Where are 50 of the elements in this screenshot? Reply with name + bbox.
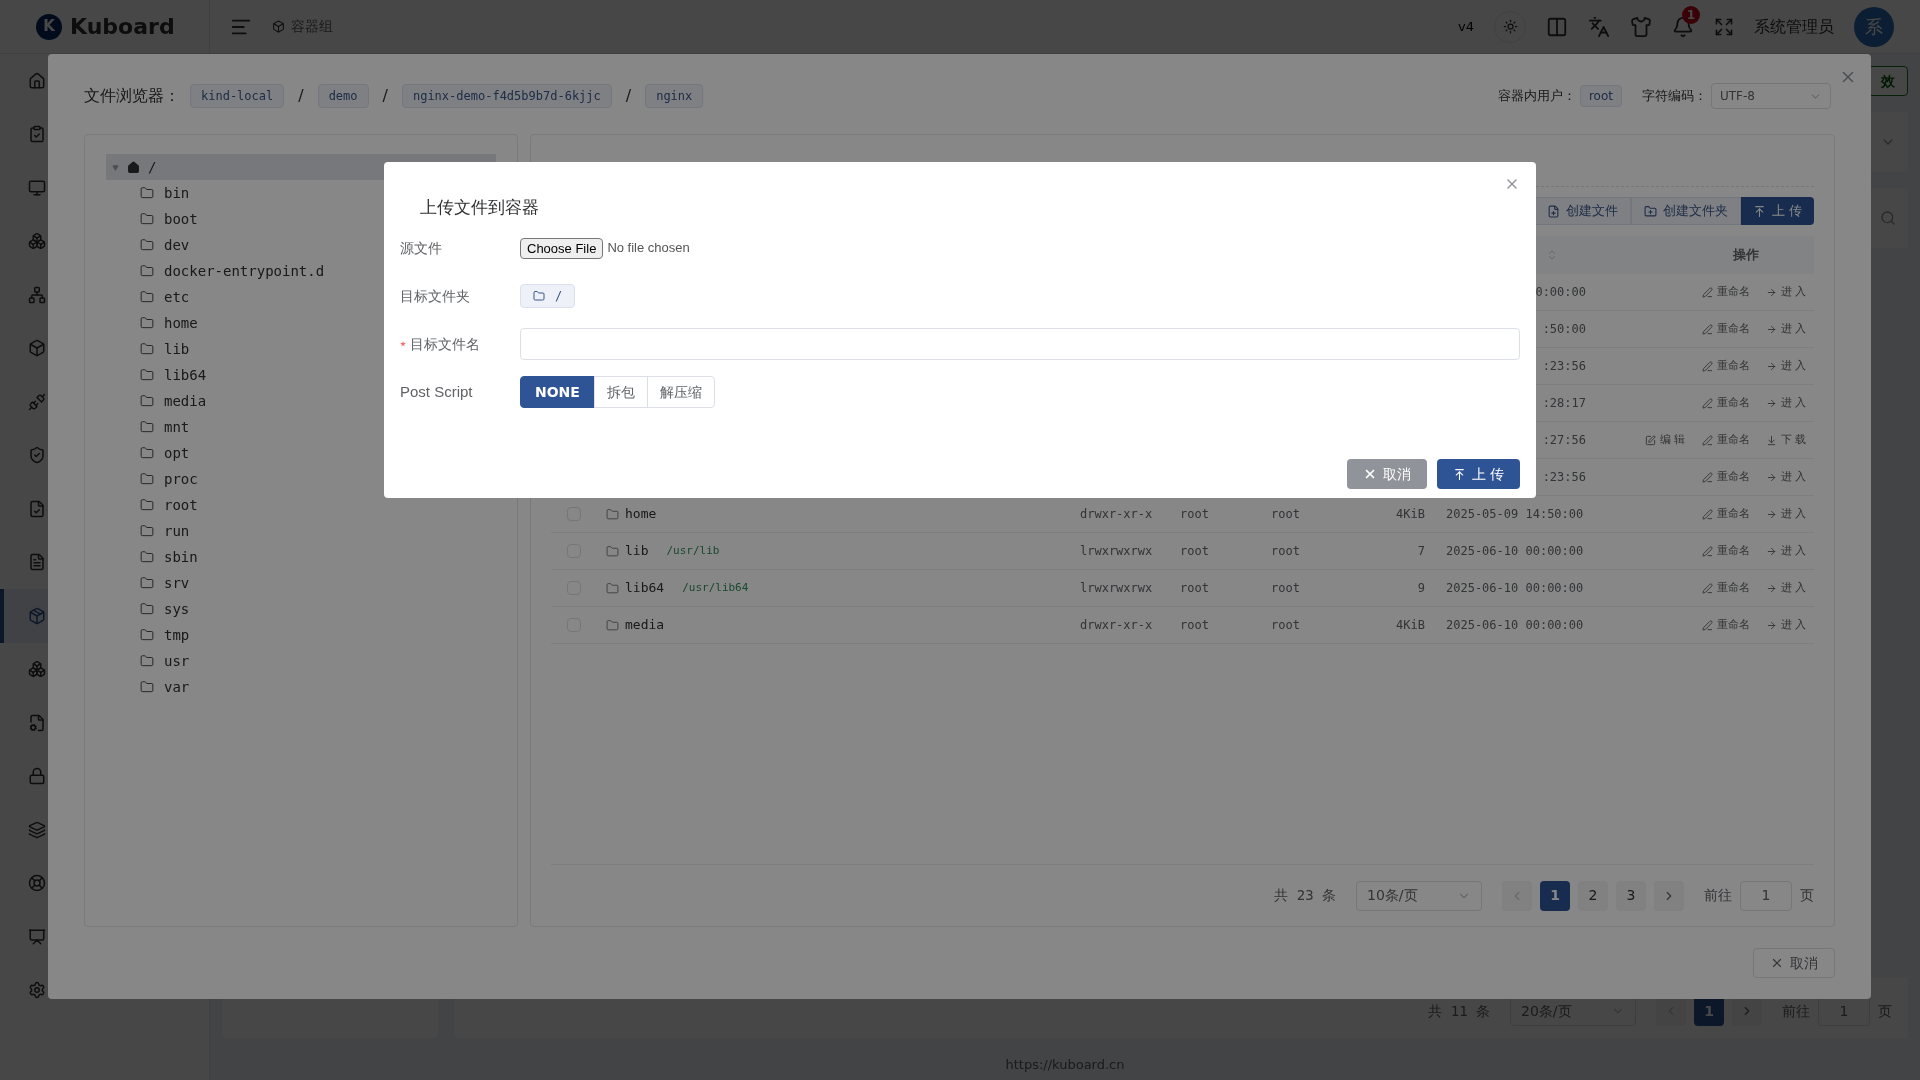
table-cell: 2025-05-09 14:50:00	[1446, 507, 1584, 521]
brand-name: Kuboard	[70, 13, 175, 41]
notification-badge: 1	[1682, 5, 1700, 24]
table-cell: :27:56	[1542, 433, 1586, 447]
folder-tag: /	[520, 284, 576, 308]
file-status: No file chosen	[607, 239, 690, 258]
table-cell: 0:00:00	[1535, 285, 1586, 299]
table-cell: 4KiB	[1396, 507, 1425, 521]
path-separator: /	[382, 85, 388, 107]
total-count: 共 23 条	[1274, 886, 1336, 905]
column-header: 操作	[1733, 246, 1759, 265]
table-cell: :50:00	[1542, 322, 1586, 336]
table-cell: lrwxrwxrwx	[1080, 581, 1153, 595]
table-cell: 4KiB	[1396, 618, 1425, 632]
table-cell: root	[1180, 581, 1209, 595]
table-cell: 9	[1417, 581, 1425, 595]
goto-label: 前往	[1704, 886, 1732, 905]
path-separator: /	[298, 85, 304, 107]
table-cell: root	[1180, 507, 1209, 521]
link-target: /usr/lib	[666, 542, 720, 559]
user-tag: root	[1579, 85, 1622, 107]
page-suffix: 页	[1800, 886, 1814, 905]
table-cell: root	[1180, 618, 1209, 632]
version-label: v4	[1458, 17, 1474, 36]
table-cell: root	[1271, 507, 1300, 521]
table-cell: drwxr-xr-x	[1080, 507, 1153, 521]
table-cell: 7	[1417, 544, 1425, 558]
table-cell: root	[1271, 581, 1300, 595]
table-cell: :23:56	[1542, 470, 1586, 484]
field-label: 源文件	[400, 238, 443, 258]
table-cell: 2025-06-10 00:00:00	[1446, 544, 1584, 558]
link-target: /usr/lib64	[682, 579, 749, 596]
logo: K	[36, 13, 62, 40]
dialog-title: 文件浏览器：	[84, 85, 180, 107]
table-cell: drwxr-xr-x	[1080, 618, 1153, 632]
field-label: 目标文件夹	[400, 286, 471, 306]
dialog-title: 上传文件到容器	[420, 195, 539, 219]
table-cell: root	[1271, 618, 1300, 632]
encoding-label: 字符编码：	[1642, 87, 1707, 106]
field-label: Post Script	[400, 381, 474, 402]
field-label: 目标文件名	[410, 334, 480, 354]
table-cell: 2025-06-10 00:00:00	[1446, 618, 1584, 632]
table-cell: root	[1271, 544, 1300, 558]
path-separator: /	[625, 85, 632, 107]
table-cell: root	[1180, 544, 1209, 558]
table-cell: 2025-06-10 00:00:00	[1446, 581, 1584, 595]
table-cell: lrwxrwxrwx	[1080, 544, 1153, 558]
table-cell: :28:17	[1542, 396, 1586, 410]
table-cell: :23:56	[1542, 359, 1586, 373]
user-label: 容器内用户：	[1497, 87, 1576, 106]
